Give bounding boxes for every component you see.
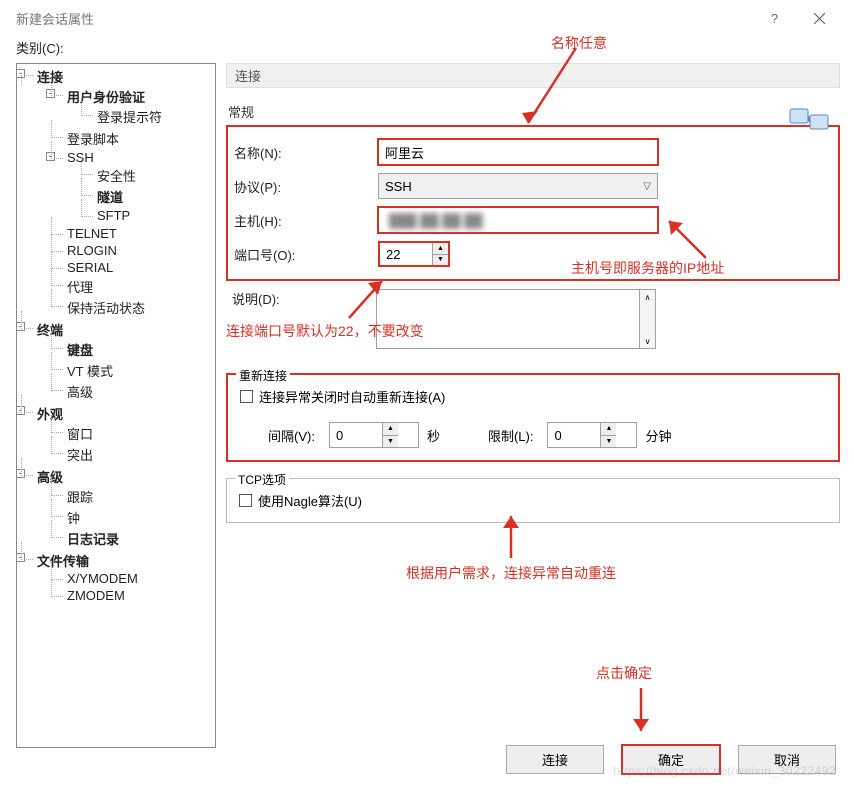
tree-vtmode[interactable]: VT 模式: [65, 364, 115, 379]
nagle-checkbox[interactable]: 使用Nagle算法(U): [239, 491, 827, 510]
port-input[interactable]: [380, 243, 432, 265]
desc-label: 说明(D):: [226, 289, 376, 308]
port-spinner[interactable]: ▲▼: [378, 241, 450, 267]
help-button[interactable]: ?: [752, 4, 797, 32]
tree-xymodem[interactable]: X/YMODEM: [65, 571, 140, 586]
reconnect-chk-label: 连接异常关闭时自动重新连接(A): [259, 387, 445, 406]
name-label: 名称(N):: [228, 143, 378, 162]
tree-adv2[interactable]: 高级: [35, 470, 65, 485]
desc-textarea[interactable]: [376, 289, 640, 349]
tree-advanced[interactable]: 高级: [65, 385, 95, 400]
reconnect-fieldset: 重新连接 连接异常关闭时自动重新连接(A) 间隔(V): ▲▼ 秒 限制(L):: [226, 373, 840, 462]
limit-unit: 分钟: [645, 426, 671, 445]
nagle-chk-label: 使用Nagle算法(U): [258, 491, 362, 510]
scrollbar[interactable]: ∧∨: [640, 289, 656, 349]
limit-label: 限制(L):: [488, 426, 534, 445]
close-button[interactable]: [797, 4, 842, 32]
tree-serial[interactable]: SERIAL: [65, 260, 115, 275]
tree-telnet[interactable]: TELNET: [65, 226, 119, 241]
tree-tunnel[interactable]: 隧道: [95, 190, 125, 205]
tree-log[interactable]: 日志记录: [65, 532, 121, 547]
tcp-legend: TCP选项: [235, 471, 289, 488]
tree-terminal[interactable]: 终端: [35, 323, 65, 338]
tree-trace[interactable]: 跟踪: [65, 490, 95, 505]
tree-window[interactable]: 窗口: [65, 427, 95, 442]
tree-security[interactable]: 安全性: [95, 169, 138, 184]
interval-unit: 秒: [427, 426, 440, 445]
tree-sftp[interactable]: SFTP: [95, 208, 132, 223]
protocol-value: SSH: [385, 179, 412, 194]
close-icon: [814, 13, 825, 24]
tree-connection[interactable]: 连接: [35, 70, 65, 85]
host-input[interactable]: ███ ██ ██ ██: [378, 207, 658, 233]
name-input[interactable]: [378, 139, 658, 165]
port-label: 端口号(O):: [228, 245, 378, 264]
spin-down-icon[interactable]: ▼: [433, 255, 448, 266]
tree-appearance[interactable]: 外观: [35, 407, 65, 422]
auto-reconnect-checkbox[interactable]: 连接异常关闭时自动重新连接(A): [240, 387, 826, 406]
tree-proxy[interactable]: 代理: [65, 280, 95, 295]
anno-reconnect: 根据用户需求，连接异常自动重连: [406, 563, 616, 583]
host-label: 主机(H):: [228, 211, 378, 230]
interval-spinner[interactable]: ▲▼: [329, 422, 419, 448]
tree-keyboard[interactable]: 键盘: [65, 343, 95, 358]
tree-zmodem[interactable]: ZMODEM: [65, 588, 127, 603]
section-title: 连接: [226, 63, 840, 88]
category-tree[interactable]: -连接 -用户身份验证 登录提示符 登录脚本 -SSH 安全性 隧道 SFTP: [16, 63, 216, 748]
connect-button[interactable]: 连接: [506, 745, 604, 774]
content-panel: 连接 常规 名称(N): 协议(P): SSH ▽ 主机(H):: [226, 63, 840, 748]
dialog-window: 新建会话属性 ? 类别(C): -连接 -用户身份验证 登录提示符 登录脚本 -…: [8, 4, 846, 784]
network-icon: [788, 101, 832, 140]
interval-input[interactable]: [330, 423, 382, 447]
reconnect-legend: 重新连接: [236, 367, 290, 384]
interval-label: 间隔(V):: [268, 426, 315, 445]
general-heading: 常规: [228, 102, 840, 121]
tree-loginscript[interactable]: 登录脚本: [65, 132, 121, 147]
tree-highlight[interactable]: 突出: [65, 448, 95, 463]
chevron-down-icon: ▽: [643, 181, 651, 192]
limit-input[interactable]: [548, 423, 600, 447]
protocol-label: 协议(P):: [228, 177, 378, 196]
watermark: https://blog.csdn.net/weixin_30222492: [613, 764, 836, 778]
category-label: 类别(C):: [8, 32, 846, 63]
window-title: 新建会话属性: [16, 9, 752, 28]
tcp-fieldset: TCP选项 使用Nagle算法(U): [226, 478, 840, 523]
tree-bell[interactable]: 钟: [65, 511, 82, 526]
tree-loginprompt[interactable]: 登录提示符: [95, 110, 164, 125]
titlebar: 新建会话属性 ?: [8, 4, 846, 32]
tree-filetransfer[interactable]: 文件传输: [35, 554, 91, 569]
arrow-ok: [621, 683, 661, 746]
spin-up-icon[interactable]: ▲: [433, 243, 448, 255]
tree-auth[interactable]: 用户身份验证: [65, 90, 147, 105]
tree-keepalive[interactable]: 保持活动状态: [65, 301, 147, 316]
protocol-select[interactable]: SSH ▽: [378, 173, 658, 199]
tree-rlogin[interactable]: RLOGIN: [65, 243, 119, 258]
anno-ok: 点击确定: [596, 663, 652, 683]
limit-spinner[interactable]: ▲▼: [547, 422, 637, 448]
